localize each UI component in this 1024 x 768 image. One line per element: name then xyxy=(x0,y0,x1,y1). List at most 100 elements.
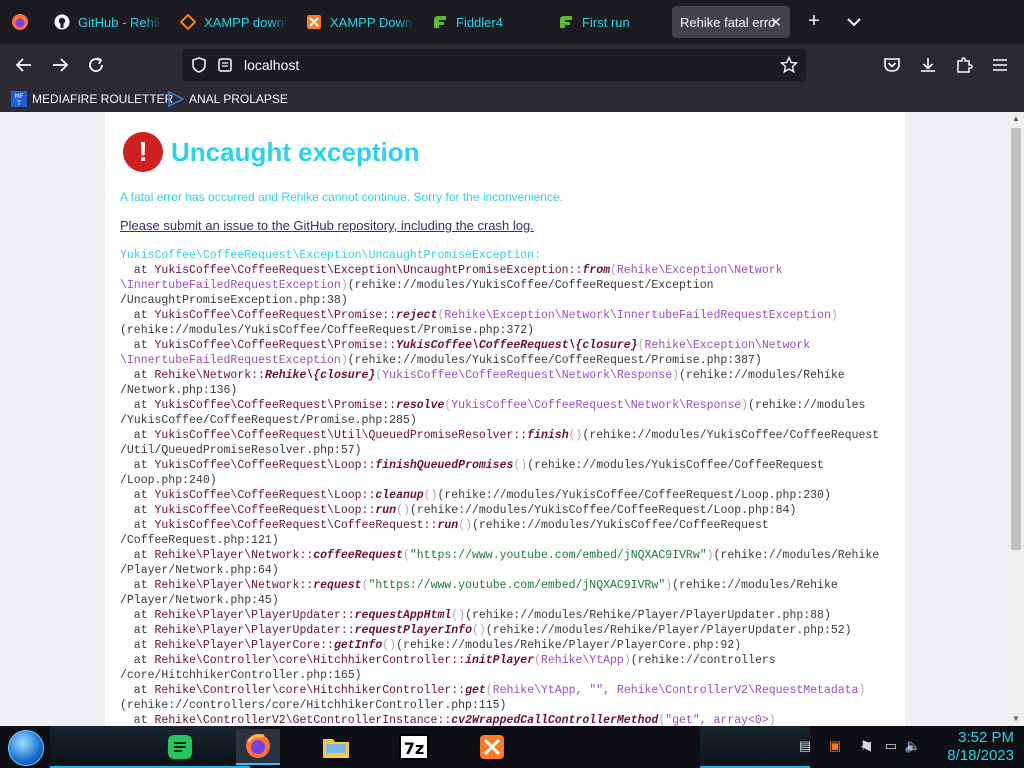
frame-location: (rehike://modules/YukisCoffee/CoffeeRequ… xyxy=(120,324,535,337)
trace-frame: at YukisCoffee\CoffeeRequest\CoffeeReque… xyxy=(120,519,769,547)
frame-class: YukisCoffee\CoffeeRequest\Loop:: xyxy=(154,489,376,502)
svg-text:T: T xyxy=(16,100,21,107)
tab-first-run[interactable]: First run xyxy=(548,6,666,38)
frame-args: Rehike\Exception\Network\InnertubeFailed… xyxy=(444,309,831,322)
shield-icon[interactable] xyxy=(190,56,208,74)
taskbar-decoration xyxy=(50,726,250,768)
error-icon: ! xyxy=(123,132,163,172)
error-card: ! Uncaught exception A fatal error has o… xyxy=(105,112,905,726)
frame-method: run xyxy=(437,519,459,532)
star-icon[interactable] xyxy=(780,56,798,74)
scroll-up-arrow-icon[interactable]: ▲ xyxy=(1008,112,1024,126)
svg-text:MF: MF xyxy=(15,93,24,100)
trace-frame: at YukisCoffee\CoffeeRequest\Loop::run()… xyxy=(120,504,797,517)
frame-class: YukisCoffee\CoffeeRequest\Promise:: xyxy=(154,399,397,412)
frame-method: get xyxy=(465,684,486,697)
list-all-tabs-button[interactable] xyxy=(842,10,866,34)
frame-location: (rehike://modules/YukisCoffee/CoffeeRequ… xyxy=(347,354,762,367)
frame-method: run xyxy=(375,504,397,517)
trace-frame: at YukisCoffee\CoffeeRequest\Exception\U… xyxy=(120,264,783,307)
file-explorer-icon xyxy=(323,739,349,758)
bookmark-mediafire-rouletter[interactable]: MF T MEDIAFIRE ROULETTER xyxy=(11,90,173,108)
frame-class: Rehike\Player\PlayerCore:: xyxy=(154,639,334,652)
tab-xampp-downloads[interactable]: XAMPP Downloads xyxy=(296,6,414,38)
arrow-left-icon xyxy=(15,58,31,72)
start-button[interactable] xyxy=(8,730,44,766)
frame-class: Rehike\Player\PlayerUpdater:: xyxy=(154,624,355,637)
trace-frame: at Rehike\ControllerV2\GetControllerInst… xyxy=(120,714,776,726)
frame-class: YukisCoffee\CoffeeRequest\Loop:: xyxy=(154,504,376,517)
download-icon xyxy=(921,58,935,72)
frame-class: YukisCoffee\CoffeeRequest\Loop:: xyxy=(154,459,376,472)
forward-button[interactable] xyxy=(45,50,75,80)
frame-class: Rehike\Player\PlayerUpdater:: xyxy=(154,609,355,622)
messages-icon xyxy=(168,735,192,759)
trace-frame: at Rehike\Controller\core\HitchhikerCont… xyxy=(120,654,776,682)
xampp-tray-icon[interactable]: ▣ xyxy=(826,738,844,756)
xampp-icon xyxy=(180,14,196,30)
extensions-button[interactable] xyxy=(949,50,979,80)
firefox-view-icon[interactable] xyxy=(10,12,30,32)
address-bar[interactable]: localhost xyxy=(182,49,806,81)
page-info-icon[interactable] xyxy=(216,56,234,74)
pocket-button[interactable] xyxy=(877,50,907,80)
frame-class: YukisCoffee\CoffeeRequest\Util\QueuedPro… xyxy=(154,429,528,442)
frame-location: (rehike://modules/YukisCoffee/CoffeeRequ… xyxy=(437,489,831,502)
taskbar-app-messages[interactable] xyxy=(158,729,202,765)
tab-label: GitHub - Rehike xyxy=(78,14,162,30)
frame-method: resolve xyxy=(396,399,445,412)
frame-method: coffeeRequest xyxy=(313,549,403,562)
trace-frame: at YukisCoffee\CoffeeRequest\Promise::re… xyxy=(120,309,838,337)
flag-tray-icon[interactable]: ⚑ xyxy=(857,738,875,756)
stack-trace: YukisCoffee\CoffeeRequest\Exception\Unca… xyxy=(120,248,900,726)
frame-method: from xyxy=(582,264,610,277)
navigation-toolbar: localhost xyxy=(0,44,1024,86)
frame-method: requestAppHtml xyxy=(354,609,452,622)
taskbar-app-7zip[interactable]: 7z xyxy=(392,729,436,765)
reload-icon xyxy=(89,57,103,72)
volume-tray-icon[interactable]: 🔈 xyxy=(904,738,922,756)
puzzle-icon xyxy=(957,57,973,73)
frame-method: cv2WrappedCallControllerMethod xyxy=(451,714,659,726)
mf-icon: MFT xyxy=(11,91,27,107)
bookmark-anal-prolapse[interactable]: ANAL PROLAPSE xyxy=(168,90,288,108)
url-text[interactable]: localhost xyxy=(244,57,299,73)
new-tab-button[interactable]: + xyxy=(802,10,826,34)
taskbar-app-firefox[interactable] xyxy=(236,729,280,765)
firefox-icon xyxy=(246,734,270,758)
tab-rehike-fatal-error[interactable]: Rehike fatal error ✕ xyxy=(672,6,790,38)
close-tab-icon[interactable]: ✕ xyxy=(768,14,784,30)
taskbar-app-file-explorer[interactable] xyxy=(314,729,358,765)
hamburger-menu-icon xyxy=(993,59,1007,71)
system-clock[interactable]: 3:52 PM 8/18/2023 xyxy=(930,729,1014,765)
trace-frame: at Rehike\Player\Network::request("https… xyxy=(120,579,838,607)
tab-label: Rehike fatal error xyxy=(680,14,776,30)
trace-frame: at Rehike\Player\PlayerUpdater::requestP… xyxy=(120,624,852,637)
back-button[interactable] xyxy=(9,50,39,80)
vertical-scrollbar[interactable]: ▲ ▼ xyxy=(1008,112,1024,726)
trace-frame: at Rehike\Player\PlayerCore::getInfo()(r… xyxy=(120,639,742,652)
tab-fiddler[interactable]: Fiddler4 xyxy=(422,6,540,38)
reload-button[interactable] xyxy=(81,50,111,80)
frame-args: Rehike\YtApp, "", Rehike\ControllerV2\Re… xyxy=(492,684,859,697)
tab-github[interactable]: GitHub - Rehike xyxy=(44,6,162,38)
scroll-down-arrow-icon[interactable]: ▼ xyxy=(1008,712,1024,726)
submit-issue-link[interactable]: Please submit an issue to the GitHub rep… xyxy=(120,218,534,233)
scrollbar-thumb[interactable] xyxy=(1011,128,1021,550)
tab-xampp-download[interactable]: XAMPP download xyxy=(170,6,288,38)
downloads-button[interactable] xyxy=(913,50,943,80)
trace-frame: at YukisCoffee\CoffeeRequest\Promise::Yu… xyxy=(120,339,811,367)
arrow-right-icon xyxy=(53,58,69,72)
fiddler-icon xyxy=(560,16,572,28)
network-tray-icon[interactable]: ▭ xyxy=(882,738,900,756)
tray-overflow-icon[interactable]: ▤ xyxy=(796,738,814,756)
taskbar-app-xampp[interactable] xyxy=(470,729,514,765)
trace-frame: at Rehike\Network::Rehike\{closure}(Yuki… xyxy=(120,369,845,397)
menu-button[interactable] xyxy=(985,50,1015,80)
xampp-icon xyxy=(307,15,321,29)
frame-method: requestPlayerInfo xyxy=(354,624,472,637)
frame-class: YukisCoffee\CoffeeRequest\Promise:: xyxy=(154,339,397,352)
exception-name: YukisCoffee\CoffeeRequest\Exception\Unca… xyxy=(120,249,541,262)
bookmark-icon xyxy=(168,91,184,107)
frame-location: (rehike://modules/YukisCoffee/CoffeeRequ… xyxy=(409,504,797,517)
